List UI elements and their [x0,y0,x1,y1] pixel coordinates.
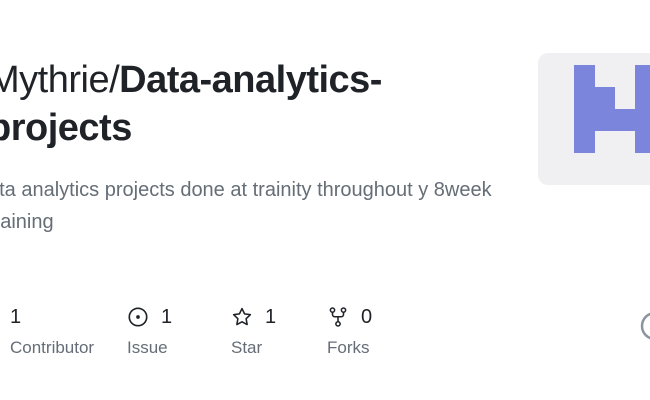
repo-forked-icon [329,307,347,327]
forks-label: Forks [327,338,370,357]
github-logo-icon[interactable] [640,311,650,341]
contributors-label: Contributor [10,338,95,357]
identicon-icon [574,65,650,153]
stat-forks[interactable]: 0 Forks [327,304,372,358]
forks-count: 0 [361,305,373,328]
contributors-count: 1 [10,305,22,328]
stat-stars[interactable]: 1 Star [231,304,276,358]
stars-label: Star [231,338,263,357]
issues-count: 1 [161,305,173,328]
stat-issues[interactable]: 1 Issue [127,304,172,358]
repo-owner: Mythrie/ [0,59,120,101]
stat-contributors[interactable]: 1 Contributor [10,304,94,358]
issue-opened-icon [128,307,148,327]
stars-count: 1 [265,305,277,328]
repo-title[interactable]: Mythrie/Data-analytics- projects [0,56,488,152]
repo-social-card: Mythrie/Data-analytics- projects ata ana… [0,0,650,400]
repo-description: ata analytics projects done at trainity … [0,179,492,233]
star-icon [232,307,252,326]
repo-name-part2: projects [0,107,132,149]
repo-name-part1: Data-analytics- [119,59,382,101]
owner-avatar[interactable] [538,53,650,185]
repo-stats: 1 Contributor 1 Issue 1 Star 0 Forks [0,304,480,364]
issues-label: Issue [127,338,168,357]
